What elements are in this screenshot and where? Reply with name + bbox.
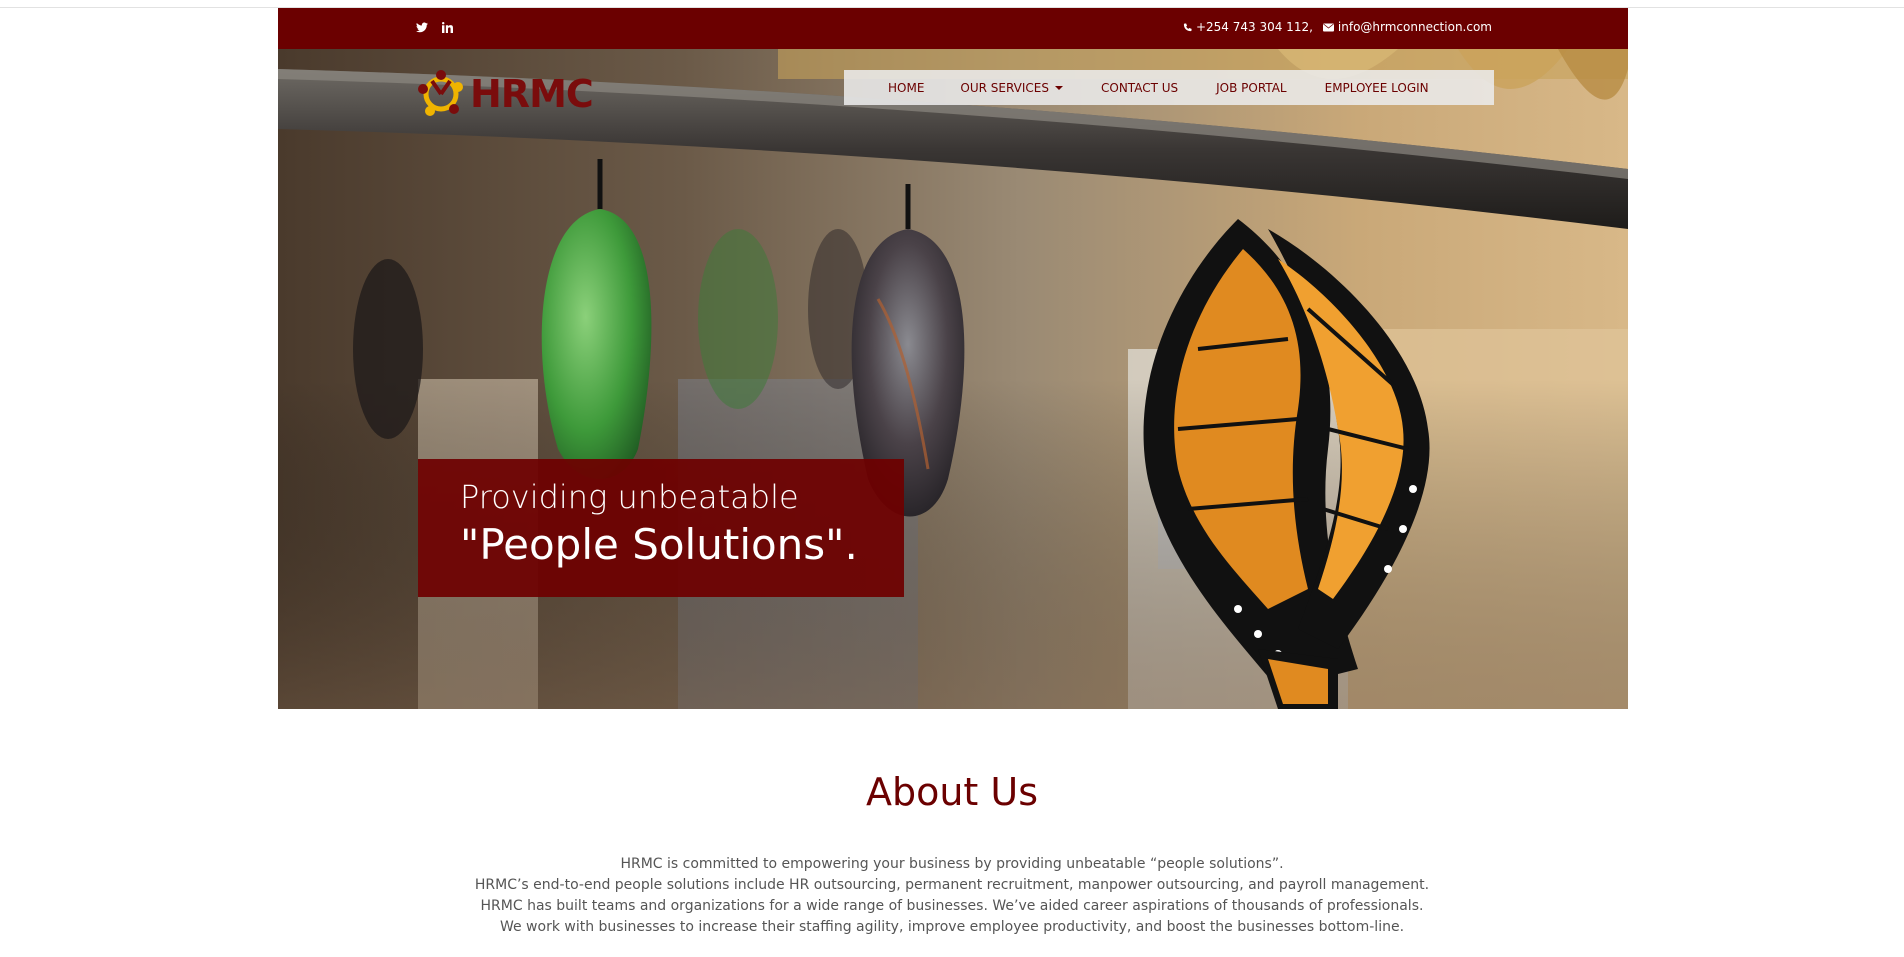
about-paragraph-2: HRMC’s end-to-end people solutions inclu…: [474, 877, 1430, 893]
phone-number: +254 743 304 112,: [1195, 20, 1313, 34]
about-title: About Us: [865, 770, 1039, 814]
nav-our-services-label: OUR SERVICES: [960, 80, 1049, 95]
hero-tagline-line1: Providing unbeatable: [460, 478, 799, 516]
main-nav: HOME OUR SERVICES CONTACT US JOB PORTAL …: [844, 70, 1494, 105]
about-paragraph-1: HRMC is committed to empowering your bus…: [620, 856, 1284, 872]
about-section: About Us HRMC is committed to empowering…: [0, 770, 1904, 938]
hero-tagline-box: Providing unbeatable "People Solutions".: [418, 459, 904, 597]
nav-home[interactable]: HOME: [888, 81, 924, 95]
hero-image: [278, 49, 1628, 709]
logo[interactable]: HRMC: [414, 67, 594, 121]
phone-icon: [1183, 22, 1192, 32]
email-link[interactable]: info@hrmconnection.com: [1338, 20, 1492, 34]
about-paragraph-3: HRMC has built teams and organizations f…: [480, 898, 1424, 914]
nav-employee-login[interactable]: EMPLOYEE LOGIN: [1325, 81, 1429, 95]
top-bar: +254 743 304 112, info@hrmconnection.com: [278, 8, 1628, 49]
envelope-icon: [1322, 23, 1334, 32]
nav-our-services[interactable]: OUR SERVICES: [960, 81, 1063, 95]
linkedin-icon[interactable]: [442, 22, 453, 33]
nav-contact-us[interactable]: CONTACT US: [1101, 81, 1178, 95]
nav-job-portal[interactable]: JOB PORTAL: [1216, 81, 1286, 95]
twitter-icon[interactable]: [416, 22, 428, 33]
hero-banner: HRMC HOME OUR SERVICES CONTACT US JOB PO…: [278, 49, 1628, 709]
logo-people-icon: [418, 70, 463, 116]
hero-tagline-line2: "People Solutions".: [460, 520, 858, 569]
logo-text: HRMC: [470, 72, 594, 116]
site-container: +254 743 304 112, info@hrmconnection.com: [278, 8, 1628, 709]
chevron-down-icon: [1055, 86, 1063, 90]
social-links: [416, 22, 453, 33]
about-paragraph-4: We work with businesses to increase thei…: [499, 919, 1405, 935]
contact-info: +254 743 304 112, info@hrmconnection.com: [1183, 20, 1492, 34]
